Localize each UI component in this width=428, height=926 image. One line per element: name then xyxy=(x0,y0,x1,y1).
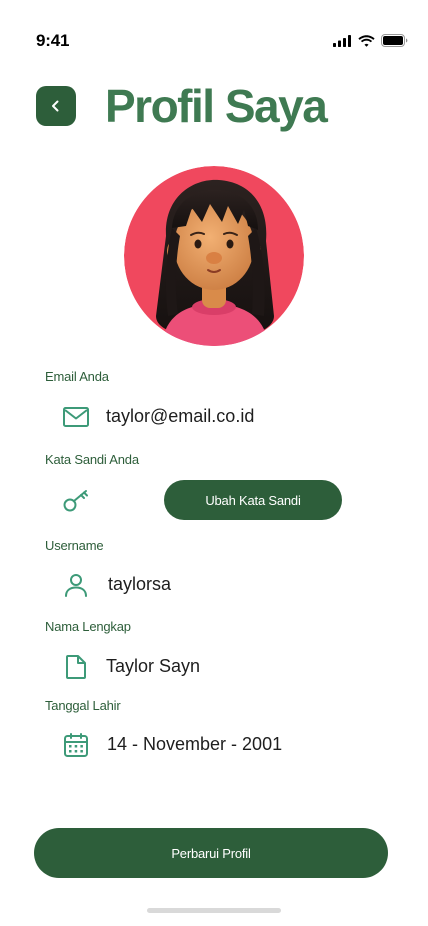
wifi-icon xyxy=(358,34,375,47)
password-label: Kata Sandi Anda xyxy=(45,452,139,467)
key-icon xyxy=(62,486,90,514)
birthdate-label: Tanggal Lahir xyxy=(45,698,121,713)
birthdate-value: 14 - November - 2001 xyxy=(107,734,283,754)
user-icon xyxy=(62,571,90,599)
back-icon xyxy=(52,100,59,112)
calendar-icon xyxy=(62,731,90,759)
avatar-illustration xyxy=(124,166,304,346)
username-label: Username xyxy=(45,538,104,553)
status-icons xyxy=(333,34,408,47)
status-time: 9:41 xyxy=(36,31,70,50)
avatar[interactable] xyxy=(124,166,304,346)
page-title: Profil Saya xyxy=(105,80,328,132)
fullname-label: Nama Lengkap xyxy=(45,619,131,634)
back-button[interactable] xyxy=(36,86,76,126)
document-icon xyxy=(62,653,90,681)
username-value: taylorsa xyxy=(108,574,172,594)
battery-icon xyxy=(381,34,408,47)
email-value: taylor@email.co.id xyxy=(106,406,255,426)
home-indicator xyxy=(147,908,281,913)
email-label: Email Anda xyxy=(45,369,109,384)
signal-icon xyxy=(333,34,351,47)
fullname-value: Taylor Sayn xyxy=(106,656,201,676)
change-password-button[interactable]: Ubah Kata Sandi xyxy=(164,480,342,520)
update-profile-button[interactable]: Perbarui Profil xyxy=(34,828,388,878)
mail-icon xyxy=(62,403,90,431)
